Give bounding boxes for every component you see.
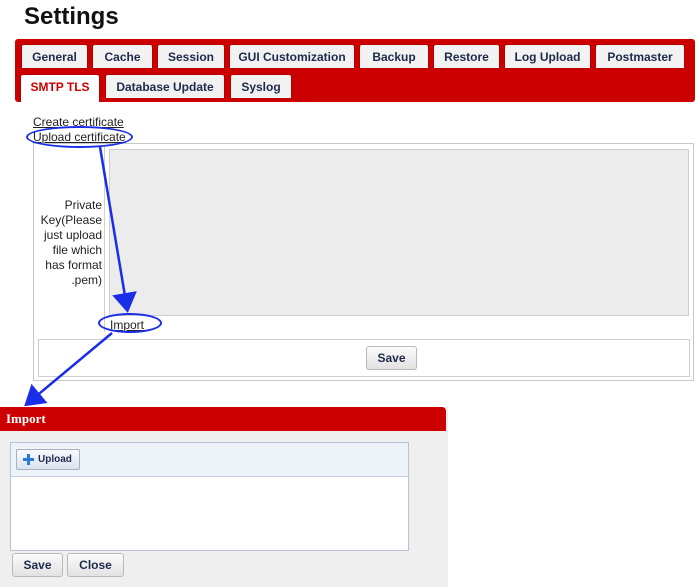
- dialog-save-button[interactable]: Save: [12, 553, 63, 577]
- import-dialog-title: Import: [0, 407, 446, 431]
- plus-icon: [23, 454, 34, 465]
- arrow-to-dialog: [24, 332, 113, 407]
- dialog-close-button[interactable]: Close: [67, 553, 124, 577]
- import-dialog: Import Upload Save Close: [0, 407, 448, 587]
- upload-panel: Upload: [10, 442, 409, 551]
- upload-toolbar: Upload: [11, 443, 408, 477]
- upload-button[interactable]: Upload: [16, 449, 80, 470]
- arrow-to-import: [98, 146, 137, 313]
- upload-button-label: Upload: [38, 454, 72, 465]
